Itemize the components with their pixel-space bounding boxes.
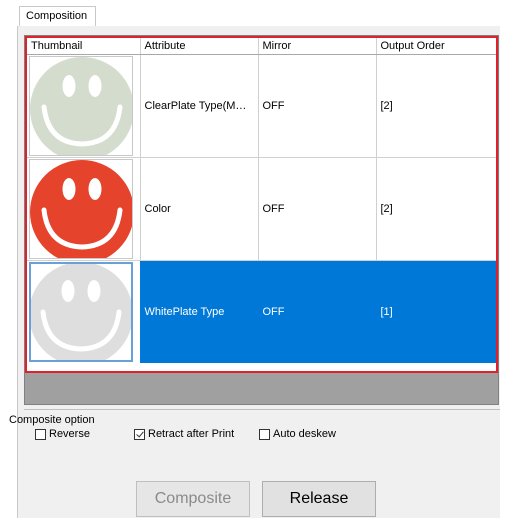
auto-deskew-label[interactable]: Auto deskew	[273, 428, 336, 440]
composition-grid-highlight: Thumbnail Attribute Mirror Output Order	[25, 36, 498, 373]
retract-after-print-option[interactable]: Retract after Print	[134, 428, 234, 440]
output-order-cell[interactable]: [1]	[376, 260, 496, 363]
composition-grid: Thumbnail Attribute Mirror Output Order	[27, 38, 496, 363]
mirror-cell[interactable]: OFF	[258, 157, 377, 261]
retract-after-print-label[interactable]: Retract after Print	[148, 428, 234, 440]
reverse-option[interactable]: Reverse	[35, 428, 90, 440]
reverse-label[interactable]: Reverse	[49, 428, 90, 440]
table-row-selected[interactable]: WhitePlate Type OFF [1]	[27, 260, 496, 363]
auto-deskew-option[interactable]: Auto deskew	[259, 428, 336, 440]
table-row[interactable]: ClearPlate Type(M… OFF [2]	[27, 54, 496, 158]
thumbnail-image	[29, 56, 133, 156]
mirror-cell[interactable]: OFF	[258, 54, 377, 158]
mirror-cell[interactable]: OFF	[258, 260, 377, 363]
column-header-attribute[interactable]: Attribute	[140, 38, 259, 55]
thumbnail-image	[29, 262, 133, 362]
column-header-mirror[interactable]: Mirror	[258, 38, 377, 55]
composite-option-title: Composite option	[9, 414, 95, 426]
attribute-cell[interactable]: Color	[140, 157, 259, 261]
release-button[interactable]: Release	[262, 481, 376, 517]
thumbnail-image	[29, 159, 133, 259]
thumbnail-cell[interactable]	[27, 157, 141, 261]
tab-composition[interactable]: Composition	[19, 6, 96, 26]
thumbnail-cell[interactable]	[27, 54, 141, 158]
table-row[interactable]: Color OFF [2]	[27, 157, 496, 261]
column-header-output-order[interactable]: Output Order	[376, 38, 496, 55]
smiley-icon	[31, 264, 131, 360]
attribute-cell[interactable]: ClearPlate Type(M…	[140, 54, 259, 158]
retract-after-print-checkbox[interactable]	[134, 428, 145, 440]
smiley-icon	[30, 160, 132, 258]
thumbnail-cell[interactable]	[27, 260, 141, 363]
column-header-thumbnail[interactable]: Thumbnail	[27, 38, 141, 55]
output-order-cell[interactable]: [2]	[376, 54, 496, 158]
smiley-icon	[30, 57, 132, 155]
attribute-cell[interactable]: WhitePlate Type	[140, 260, 259, 363]
tab-strip: Composition	[0, 0, 517, 26]
composite-button[interactable]: Composite	[136, 481, 250, 517]
output-order-cell[interactable]: [2]	[376, 157, 496, 261]
auto-deskew-checkbox[interactable]	[259, 428, 270, 440]
grid-header-row: Thumbnail Attribute Mirror Output Order	[27, 38, 496, 55]
reverse-checkbox[interactable]	[35, 428, 46, 440]
